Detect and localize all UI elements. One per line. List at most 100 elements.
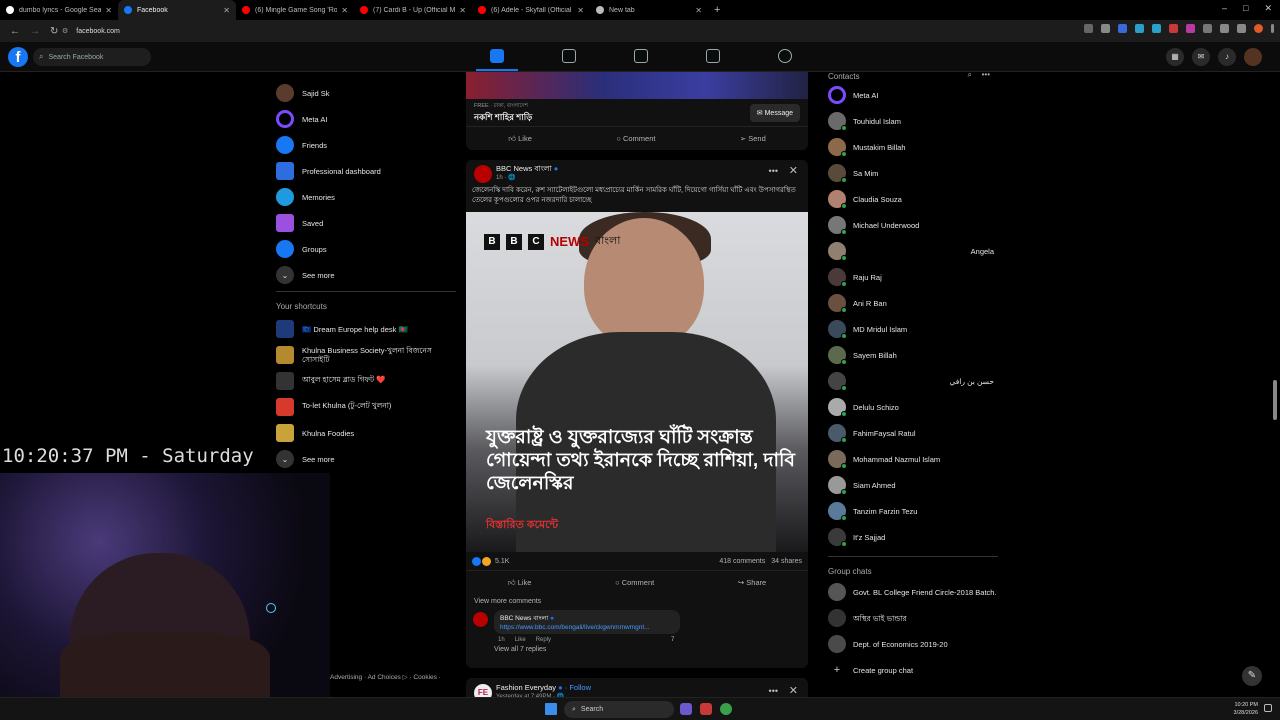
comment-button[interactable]: ○ Comment <box>615 578 654 587</box>
store-icon[interactable] <box>706 49 720 63</box>
app-icon[interactable] <box>680 703 692 715</box>
new-message-icon[interactable]: ✎ <box>1242 666 1262 686</box>
close-tab-icon[interactable]: ✕ <box>223 6 230 15</box>
site-info-icon[interactable]: ⚙ <box>62 27 68 35</box>
notifications-bell-icon[interactable]: ♪ <box>1218 48 1236 66</box>
scrollbar-thumb[interactable] <box>1273 380 1277 420</box>
extension-icon[interactable] <box>1152 24 1161 33</box>
taskbar-search[interactable]: ⌕ Search <box>564 701 674 718</box>
contact-item[interactable]: Touhidul Islam <box>828 108 998 134</box>
maximize-icon[interactable]: □ <box>1243 3 1248 14</box>
contact-item[interactable]: Delulu Schizo <box>828 394 998 420</box>
send-button[interactable]: ➢ Send <box>740 134 766 143</box>
message-button[interactable]: ✉ Message <box>749 104 800 122</box>
contact-item[interactable]: Mohammad Nazmul Islam <box>828 446 998 472</box>
contact-item[interactable]: Meta AI <box>828 82 998 108</box>
page-avatar[interactable] <box>474 165 492 183</box>
sidebar-item-meta-ai[interactable]: Meta AI <box>276 106 456 132</box>
follow-button[interactable]: · Follow <box>565 683 591 692</box>
video-icon[interactable] <box>562 49 576 63</box>
close-tab-icon[interactable]: ✕ <box>105 6 112 15</box>
bookmark-star-icon[interactable] <box>1101 24 1110 33</box>
close-tab-icon[interactable]: ✕ <box>341 6 348 15</box>
post-image[interactable]: B B C NEWS বাংলা যুক্তরাষ্ট্র ও যুক্তরাজ… <box>466 212 808 552</box>
contact-item[interactable]: Sayem Billah <box>828 342 998 368</box>
shortcut-dream-europe[interactable]: 🇪🇺 Dream Europe help desk 🇧🇩 <box>276 316 456 342</box>
comment-link[interactable]: https://www.bbc.com/bengali/live/ckgwnmm… <box>500 624 674 631</box>
close-icon[interactable]: ✕ <box>789 684 798 697</box>
profile-avatar[interactable] <box>1254 24 1263 33</box>
url-field[interactable]: ⚙ facebook.com <box>62 23 1062 39</box>
sidebar-item-memories[interactable]: Memories <box>276 184 456 210</box>
chrome-icon[interactable] <box>720 703 732 715</box>
close-tab-icon[interactable]: ✕ <box>695 6 702 15</box>
page-scrollbar[interactable] <box>1272 74 1278 694</box>
close-tab-icon[interactable]: ✕ <box>459 6 466 15</box>
account-avatar[interactable] <box>1244 48 1262 66</box>
contact-item[interactable]: Angela <box>828 238 998 264</box>
comment-count[interactable]: 418 comments <box>719 558 765 565</box>
cast-icon[interactable] <box>1084 24 1093 33</box>
like-button[interactable]: 👍︎ Like <box>508 134 532 144</box>
view-replies[interactable]: View all 7 replies <box>494 646 808 660</box>
group-chat-item[interactable]: অস্থির ভাই ভান্ডার <box>828 605 998 631</box>
close-tab-icon[interactable]: ✕ <box>577 6 584 15</box>
group-chat-item[interactable]: Govt. BL College Friend Circle-2018 Batc… <box>828 579 998 605</box>
footer-links[interactable]: Advertising · Ad Choices ▷ · Cookies · <box>330 673 441 681</box>
extension-icon[interactable] <box>1118 24 1127 33</box>
contact-item[interactable]: Siam Ahmed <box>828 472 998 498</box>
sidebar-item-friends[interactable]: Friends <box>276 132 456 158</box>
facebook-logo[interactable]: f <box>8 47 28 67</box>
extension-icon[interactable] <box>1186 24 1195 33</box>
windows-start-icon[interactable] <box>545 703 557 715</box>
share-count[interactable]: 34 shares <box>771 558 802 565</box>
post-time[interactable]: 1h · 🌐 <box>496 174 515 181</box>
sidebar-item-saved[interactable]: Saved <box>276 210 456 236</box>
close-window-icon[interactable]: ✕ <box>1264 3 1272 14</box>
extension-icon[interactable] <box>1169 24 1178 33</box>
contact-item[interactable]: Michael Underwood <box>828 212 998 238</box>
app-icon[interactable] <box>700 703 712 715</box>
comment-reply-button[interactable]: Reply <box>536 637 551 643</box>
group-chat-item[interactable]: Dept. of Economics 2019-20 <box>828 631 998 657</box>
sidebar-item-groups[interactable]: Groups <box>276 236 456 262</box>
search-icon[interactable]: ⌕ <box>968 70 972 80</box>
contact-item[interactable]: Ani R Ban <box>828 290 998 316</box>
contact-item[interactable]: Tanzim Farzin Tezu <box>828 498 998 524</box>
create-group-chat-button[interactable]: + Create group chat <box>828 657 998 683</box>
reaction-count[interactable]: 5.1K <box>495 558 509 565</box>
download-icon[interactable] <box>1237 24 1246 33</box>
messenger-icon[interactable]: ✉ <box>1192 48 1210 66</box>
groups-icon[interactable] <box>778 49 792 63</box>
commenter-avatar[interactable] <box>473 612 488 627</box>
comment-like-button[interactable]: Like <box>515 637 526 643</box>
shortcut-khulna-business[interactable]: Khulna Business Society-খুলনা বিজনেস সোস… <box>276 342 456 368</box>
sidebar-item-profile[interactable]: Sajid Sk <box>276 80 456 106</box>
page-name[interactable]: Fashion Everyday <box>496 683 556 692</box>
view-more-comments[interactable]: View more comments <box>466 594 808 610</box>
contact-item[interactable]: Claudia Souza <box>828 186 998 212</box>
shortcut-khulna-foodies[interactable]: Khulna Foodies <box>276 420 456 446</box>
more-options-icon[interactable]: ••• <box>982 70 990 79</box>
contact-item[interactable]: Sa Mim <box>828 160 998 186</box>
contact-item[interactable]: Mustakim Billah <box>828 134 998 160</box>
tab-google-search[interactable]: dumbo lyrics - Google Search ✕ <box>0 0 118 20</box>
like-button[interactable]: 👍︎ Like <box>508 578 532 588</box>
shortcut-blood-gift[interactable]: আবুল হাসেম ব্লাড গিফট ❤️ <box>276 368 456 394</box>
extension-icon[interactable] <box>1135 24 1144 33</box>
comment-time[interactable]: 1h <box>498 637 505 643</box>
tab-youtube-adele[interactable]: (6) Adele - Skyfall (Official Lyric ✕ <box>472 0 590 20</box>
comment-author[interactable]: BBC News বাংলা ● <box>500 613 674 624</box>
share-button[interactable]: ↪ Share <box>738 578 766 587</box>
contact-item[interactable]: It'z Sajjad <box>828 524 998 550</box>
more-options-icon[interactable]: ••• <box>769 686 778 696</box>
notification-icon[interactable] <box>1264 704 1272 712</box>
comment-reaction-count[interactable]: 7 <box>671 637 674 643</box>
comment-button[interactable]: ○ Comment <box>616 134 655 143</box>
see-more-button[interactable]: ⌄ See more <box>276 262 456 288</box>
tab-youtube-mingle[interactable]: (6) Mingle Game Song 'Round ✕ <box>236 0 354 20</box>
contact-item[interactable]: FahimFaysal Ratul <box>828 420 998 446</box>
taskbar-clock[interactable]: 10:20 PM 3/28/2026 <box>1234 701 1258 717</box>
contact-item[interactable]: Raju Raj <box>828 264 998 290</box>
puzzle-icon[interactable] <box>1220 24 1229 33</box>
